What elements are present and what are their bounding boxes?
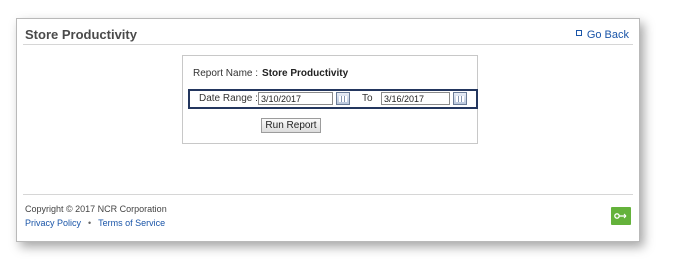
to-label: To — [362, 93, 373, 104]
report-window: Store Productivity Go Back Report Name :… — [16, 18, 640, 242]
report-name-value: Store Productivity — [262, 68, 349, 79]
date-range-row: Date Range : 3/10/2017 To 3/16/2017 — [188, 89, 478, 109]
report-name-row: Report Name : Store Productivity — [193, 68, 348, 79]
footer-separator: • — [88, 218, 92, 228]
go-back-label: Go Back — [586, 29, 629, 41]
start-date-input[interactable]: 3/10/2017 — [258, 92, 333, 105]
go-back-link[interactable]: Go Back — [575, 29, 629, 41]
privacy-policy-link[interactable]: Privacy Policy — [25, 218, 81, 228]
footer-divider — [23, 194, 633, 195]
copyright-text: Copyright © 2017 NCR Corporation — [25, 204, 167, 214]
date-range-label: Date Range : — [199, 93, 258, 104]
run-report-button[interactable]: Run Report — [261, 118, 321, 133]
calendar-icon[interactable] — [453, 92, 467, 105]
end-date-input[interactable]: 3/16/2017 — [381, 92, 450, 105]
report-form-panel: Report Name : Store Productivity Date Ran… — [182, 55, 478, 144]
calendar-icon[interactable] — [336, 92, 350, 105]
header-divider — [23, 44, 633, 45]
report-name-label: Report Name : — [193, 68, 259, 79]
terms-of-service-link[interactable]: Terms of Service — [98, 218, 165, 228]
square-bullet-icon — [575, 30, 582, 36]
footer-links: Privacy Policy • Terms of Service — [25, 218, 165, 228]
page-title: Store Productivity — [25, 27, 137, 42]
ncr-logo-icon — [611, 207, 631, 225]
